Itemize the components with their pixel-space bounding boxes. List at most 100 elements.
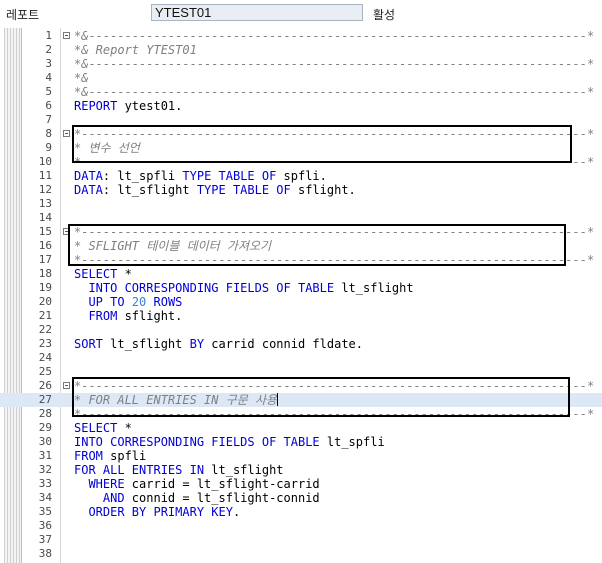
code-line[interactable]: 33 WHERE carrid = lt_sflight-carrid bbox=[0, 477, 602, 491]
code-token: spfli. bbox=[276, 169, 327, 183]
code-line[interactable]: 2 *& Report YTEST01 bbox=[0, 43, 602, 57]
line-number: 2 bbox=[45, 43, 52, 56]
code-text: *&--------------------------------------… bbox=[74, 29, 594, 43]
code-text: INTO CORRESPONDING FIELDS OF TABLE lt_sp… bbox=[74, 435, 385, 449]
program-label: 레포트 bbox=[6, 8, 40, 22]
code-token: carrid = lt_sflight-carrid bbox=[124, 477, 320, 491]
line-number: 1 bbox=[45, 29, 52, 42]
line-number: 36 bbox=[38, 519, 52, 532]
code-keyword: INTO CORRESPONDING FIELDS OF TABLE bbox=[74, 281, 335, 295]
code-line[interactable]: 22 bbox=[0, 323, 602, 337]
collapse-block-icon[interactable] bbox=[63, 382, 70, 389]
line-number: 5 bbox=[45, 85, 52, 98]
code-keyword: SELECT bbox=[74, 267, 118, 281]
code-line[interactable]: 21 FROM sflight. bbox=[0, 309, 602, 323]
code-editor[interactable]: 1 *&-------------------------------------… bbox=[0, 28, 602, 563]
line-number: 30 bbox=[38, 435, 52, 448]
code-text: WHERE carrid = lt_sflight-carrid bbox=[74, 477, 320, 491]
line-number: 16 bbox=[38, 239, 52, 252]
code-keyword: DATA bbox=[74, 169, 103, 183]
line-number: 7 bbox=[45, 113, 52, 126]
code-line[interactable]: 31 FROM spfli bbox=[0, 449, 602, 463]
collapse-block-icon[interactable] bbox=[63, 32, 70, 39]
code-line[interactable]: 24 bbox=[0, 351, 602, 365]
code-comment: *&--------------------------------------… bbox=[74, 85, 595, 99]
code-line[interactable]: 35 ORDER BY PRIMARY KEY. bbox=[0, 505, 602, 519]
code-line[interactable]: 29 SELECT * bbox=[0, 421, 602, 435]
code-text: FROM spfli bbox=[74, 449, 146, 463]
code-token: : lt_spfli bbox=[102, 169, 183, 183]
code-line[interactable]: 11 DATA: lt_spfli TYPE TABLE OF spfli. bbox=[0, 169, 602, 183]
program-name-field[interactable]: YTEST01 bbox=[151, 4, 363, 21]
code-line[interactable]: 36 bbox=[0, 519, 602, 533]
code-keyword: DATA bbox=[74, 183, 103, 197]
code-text: *& bbox=[74, 71, 88, 85]
code-line[interactable]: 23 SORT lt_sflight BY carrid connid fldat… bbox=[0, 337, 602, 351]
line-number: 24 bbox=[38, 351, 52, 364]
line-number: 9 bbox=[45, 141, 52, 154]
code-keyword: SORT bbox=[74, 337, 103, 351]
code-keyword: FROM bbox=[74, 309, 118, 323]
line-number: 26 bbox=[38, 379, 52, 392]
program-header: 레포트 YTEST01 활성 bbox=[0, 0, 602, 28]
code-keyword: TYPE TABLE OF bbox=[196, 183, 291, 197]
code-line[interactable]: 32 FOR ALL ENTRIES IN lt_sflight bbox=[0, 463, 602, 477]
code-token: * bbox=[117, 421, 132, 435]
line-number: 32 bbox=[38, 463, 52, 476]
code-line[interactable]: 4 *& bbox=[0, 71, 602, 85]
code-text: ORDER BY PRIMARY KEY. bbox=[74, 505, 240, 519]
code-line[interactable]: 30 INTO CORRESPONDING FIELDS OF TABLE lt_… bbox=[0, 435, 602, 449]
code-line[interactable]: 37 bbox=[0, 533, 602, 547]
line-number: 17 bbox=[38, 253, 52, 266]
line-number: 13 bbox=[38, 197, 52, 210]
code-comment: *&--------------------------------------… bbox=[74, 57, 595, 71]
code-token: spfli bbox=[102, 449, 147, 463]
code-line[interactable]: 5 *&-------------------------------------… bbox=[0, 85, 602, 99]
code-text: FROM sflight. bbox=[74, 309, 182, 323]
code-token: ytest01. bbox=[117, 99, 183, 113]
code-line[interactable]: 12 DATA: lt_sflight TYPE TABLE OF sflight… bbox=[0, 183, 602, 197]
line-number: 28 bbox=[38, 407, 52, 420]
code-text: SORT lt_sflight BY carrid connid fldate. bbox=[74, 337, 363, 351]
code-keyword: FOR ALL ENTRIES IN bbox=[74, 463, 205, 477]
code-line[interactable]: 18 SELECT * bbox=[0, 267, 602, 281]
line-number: 20 bbox=[38, 295, 52, 308]
status-label: 활성 bbox=[373, 8, 396, 22]
line-number: 4 bbox=[45, 71, 52, 84]
code-keyword: FROM bbox=[74, 449, 103, 463]
code-line[interactable]: 6 REPORT ytest01. bbox=[0, 99, 602, 113]
code-keyword: SELECT bbox=[74, 421, 118, 435]
line-number: 12 bbox=[38, 183, 52, 196]
code-line[interactable]: 20 UP TO 20 ROWS bbox=[0, 295, 602, 309]
code-token: connid = lt_sflight-connid bbox=[124, 491, 320, 505]
collapse-block-icon[interactable] bbox=[63, 130, 70, 137]
line-number: 25 bbox=[38, 365, 52, 378]
code-token: lt_spfli bbox=[319, 435, 385, 449]
line-number: 37 bbox=[38, 533, 52, 546]
code-line[interactable]: 14 bbox=[0, 211, 602, 225]
code-keyword: UP TO bbox=[74, 295, 125, 309]
code-line[interactable]: 34 AND connid = lt_sflight-connid bbox=[0, 491, 602, 505]
line-number: 35 bbox=[38, 505, 52, 518]
line-number: 3 bbox=[45, 57, 52, 70]
line-number: 19 bbox=[38, 281, 52, 294]
line-number: 29 bbox=[38, 421, 52, 434]
line-number: 23 bbox=[38, 337, 52, 350]
code-line[interactable]: 19 INTO CORRESPONDING FIELDS OF TABLE lt… bbox=[0, 281, 602, 295]
line-number: 15 bbox=[38, 225, 52, 238]
code-token: * bbox=[117, 267, 132, 281]
highlight-box-for-all-entries bbox=[72, 377, 570, 417]
code-token: lt_sflight bbox=[102, 337, 190, 351]
code-line[interactable]: 38 bbox=[0, 547, 602, 561]
line-number: 34 bbox=[38, 491, 52, 504]
code-text: INTO CORRESPONDING FIELDS OF TABLE lt_sf… bbox=[74, 281, 413, 295]
line-number: 33 bbox=[38, 477, 52, 490]
code-line[interactable]: 3 *&-------------------------------------… bbox=[0, 57, 602, 71]
code-line[interactable]: 1 *&-------------------------------------… bbox=[0, 29, 602, 43]
code-text: *& Report YTEST01 bbox=[74, 43, 197, 57]
code-text: REPORT ytest01. bbox=[74, 99, 182, 113]
code-text: SELECT * bbox=[74, 421, 132, 435]
code-text: SELECT * bbox=[74, 267, 132, 281]
code-line[interactable]: 13 bbox=[0, 197, 602, 211]
